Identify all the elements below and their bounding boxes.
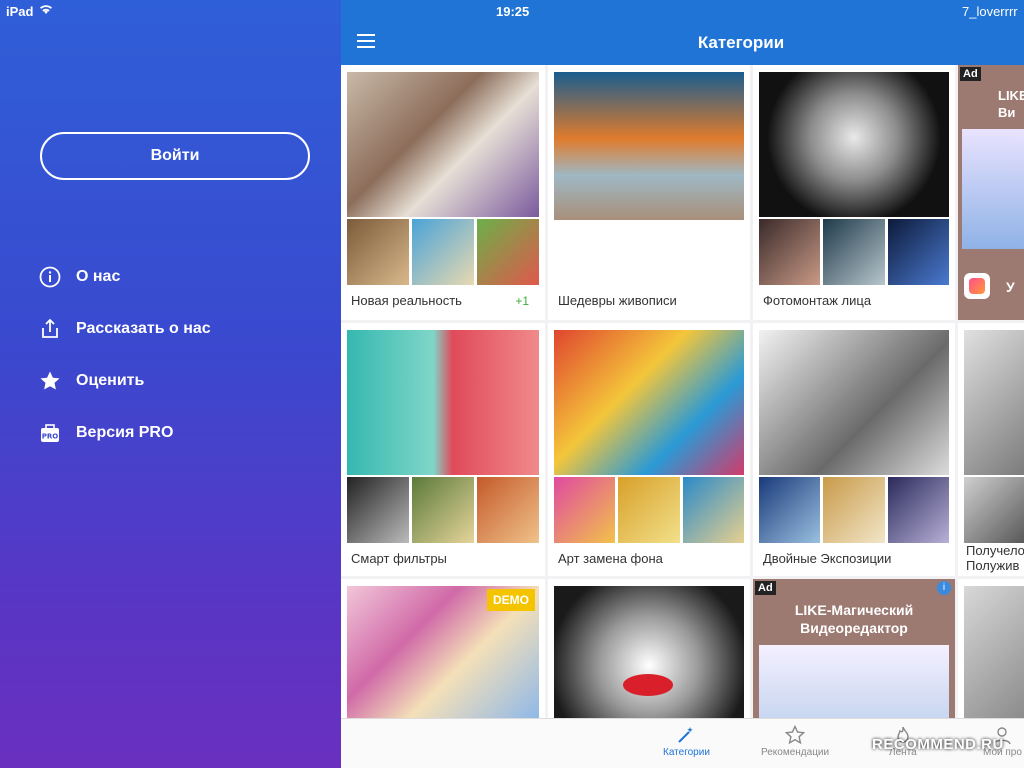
sidebar-item-label: Версия PRO [76, 424, 174, 441]
ad-screenshot [759, 645, 949, 719]
share-icon [38, 317, 62, 341]
category-label: Новая реальность [351, 293, 462, 308]
sidebar: Войти О нас Рассказать о нас Оценить PRO… [0, 0, 341, 768]
magic-wand-icon [676, 725, 696, 747]
category-card-face-montage[interactable]: Фотомонтаж лица [753, 65, 955, 320]
status-user: 7_loverrrr [962, 4, 1018, 19]
sidebar-item-label: О нас [76, 268, 121, 285]
info-icon [38, 265, 62, 289]
category-preview-image [759, 330, 949, 475]
page-title: Категории [697, 33, 785, 52]
category-preview-image [964, 330, 1024, 475]
sidebar-item-label: Рассказать о нас [76, 320, 211, 337]
lips-mark [623, 674, 673, 696]
category-label: Фотомонтаж лица [763, 293, 872, 308]
svg-text:PRO: PRO [42, 433, 59, 441]
category-thumbnails [759, 477, 949, 543]
category-card-art-masterpieces[interactable]: Шедевры живописи [548, 65, 750, 320]
ad-cta: У [1006, 279, 1015, 295]
watermark: RECOMMEND.RU [872, 736, 1004, 753]
category-preview-image [347, 72, 539, 217]
category-preview-image [554, 72, 744, 220]
sidebar-item-about[interactable]: О нас [38, 264, 120, 290]
category-preview-image [554, 586, 744, 718]
like-app-icon [964, 273, 990, 299]
star-outline-icon [784, 724, 806, 747]
category-preview-image [964, 586, 1024, 718]
category-card-lips[interactable] [548, 579, 750, 719]
ad-card-2[interactable]: Ad i LIKE-Магический Видеоредактор [753, 579, 955, 719]
category-label: Двойные Экспозиции [763, 551, 892, 566]
tab-label: Категории [663, 747, 710, 758]
status-time: 19:25 [496, 4, 530, 19]
main-content: Категории Новая реальность +1 Шедевры жи… [341, 0, 1024, 768]
category-thumbnails [347, 219, 539, 285]
category-card-demo[interactable]: DEMO [341, 579, 545, 719]
category-preview-image [759, 72, 949, 217]
carrier-label: iPad [6, 4, 34, 19]
menu-icon[interactable] [357, 34, 375, 50]
ad-title: LIKE Ви [998, 88, 1024, 120]
sidebar-item-share[interactable]: Рассказать о нас [38, 316, 211, 342]
ad-tag: Ad [960, 67, 981, 81]
category-thumbnails [964, 477, 1024, 543]
ad-tag: Ad [755, 581, 776, 595]
demo-badge: DEMO [487, 589, 535, 611]
wifi-icon [38, 2, 54, 19]
category-card-new-reality[interactable]: Новая реальность +1 [341, 65, 545, 320]
ad-screenshot [962, 129, 1024, 249]
category-label: Смарт фильтры [351, 551, 447, 566]
category-card-half-alive[interactable]: Получело Полужив [958, 323, 1024, 576]
login-button[interactable]: Войти [40, 132, 310, 180]
star-icon [38, 369, 62, 393]
status-bar: iPad 19:25 7_loverrrr [0, 0, 1024, 22]
tab-recommendations[interactable]: Рекомендации [761, 724, 830, 758]
ad-card-1[interactable]: Ad LIKE Ви У [958, 65, 1024, 320]
category-preview-image [554, 330, 744, 475]
category-label: Арт замена фона [558, 551, 663, 566]
category-card-partial[interactable] [958, 579, 1024, 719]
category-thumbnails [554, 477, 744, 543]
sidebar-item-rate[interactable]: Оценить [38, 368, 144, 394]
category-card-art-background[interactable]: Арт замена фона [548, 323, 750, 576]
category-label: Шедевры живописи [558, 293, 677, 308]
category-badge: +1 [515, 294, 529, 308]
tab-label: Рекомендации [761, 747, 830, 758]
sidebar-item-label: Оценить [76, 372, 145, 389]
category-card-double-exposure[interactable]: Двойные Экспозиции [753, 323, 955, 576]
category-card-smart-filters[interactable]: Смарт фильтры [341, 323, 545, 576]
tab-categories[interactable]: Категории [663, 725, 710, 758]
pro-icon: PRO [38, 421, 62, 445]
category-thumbnails [347, 477, 539, 543]
ad-info-icon[interactable]: i [937, 581, 951, 595]
category-preview-image [347, 330, 539, 475]
category-label: Получело Полужив [966, 543, 1024, 573]
sidebar-item-pro[interactable]: PRO Версия PRO [38, 420, 173, 446]
ad-title: LIKE-Магический Видеоредактор [794, 602, 914, 636]
app-root: iPad 19:25 7_loverrrr Войти О нас Расска… [0, 0, 1024, 768]
category-thumbnails [759, 219, 949, 285]
